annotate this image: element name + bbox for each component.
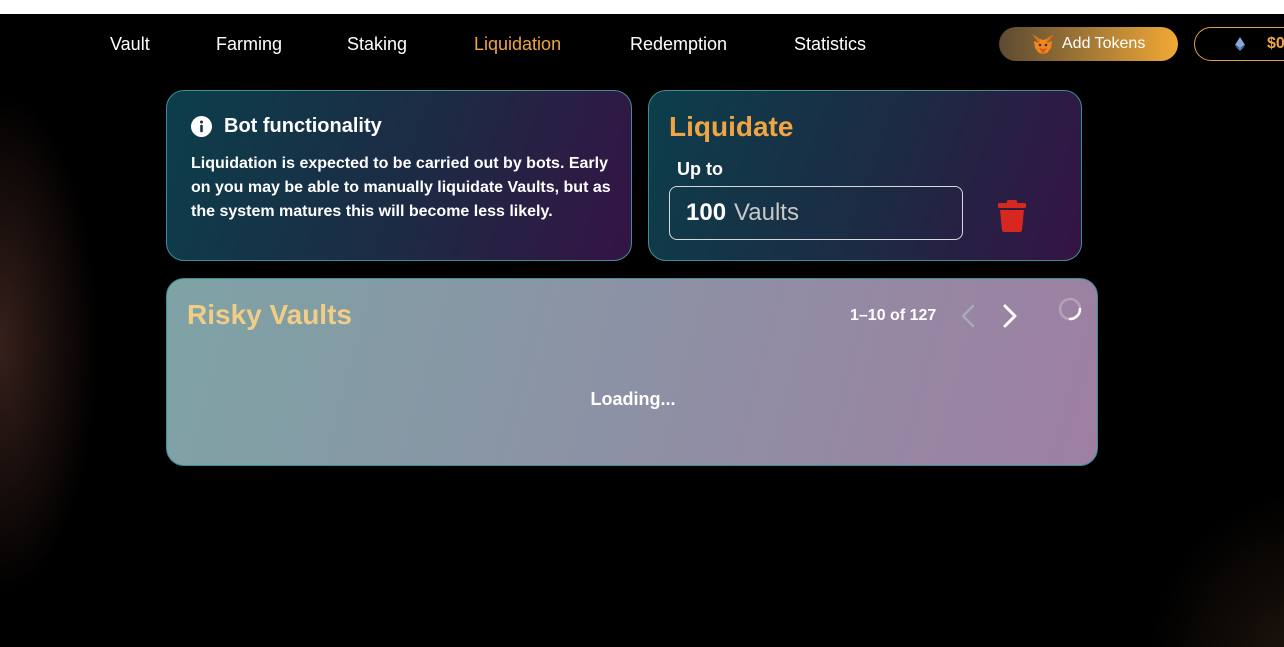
- nav-item-vault[interactable]: Vault: [110, 34, 150, 55]
- bot-functionality-text: Liquidation is expected to be carried ou…: [191, 155, 611, 220]
- wallet-balance: $0: [1267, 35, 1284, 52]
- nav-item-liquidation[interactable]: Liquidation: [474, 34, 561, 55]
- liquidate-card: Liquidate Up to 100 Vaults: [648, 90, 1082, 261]
- nav-item-redemption[interactable]: Redemption: [630, 34, 727, 55]
- ethereum-icon: [1235, 37, 1245, 51]
- chevron-left-icon[interactable]: [959, 303, 977, 329]
- add-tokens-label: Add Tokens: [1062, 35, 1146, 52]
- bot-functionality-title: Bot functionality: [224, 115, 382, 137]
- metamask-fox-icon: [1032, 34, 1054, 54]
- bot-functionality-card: Bot functionality Liquidation is expecte…: [166, 90, 632, 261]
- loading-spinner-icon: [1058, 297, 1082, 321]
- trash-icon[interactable]: [998, 200, 1026, 232]
- risky-vaults-title: Risky Vaults: [187, 299, 352, 330]
- vault-count-unit: Vaults: [734, 199, 799, 226]
- nav-item-farming[interactable]: Farming: [216, 34, 282, 55]
- pagination-label: 1–10 of 127: [850, 307, 937, 324]
- liquidate-title: Liquidate: [669, 111, 794, 142]
- top-nav: Vault Farming Staking Liquidation Redemp…: [0, 14, 1284, 76]
- add-tokens-button[interactable]: Add Tokens: [999, 27, 1178, 61]
- vault-count-input[interactable]: 100 Vaults: [669, 186, 963, 240]
- up-to-label: Up to: [677, 159, 723, 179]
- nav-item-staking[interactable]: Staking: [347, 34, 407, 55]
- chevron-right-icon[interactable]: [1001, 303, 1019, 329]
- wallet-balance-button[interactable]: $0: [1194, 27, 1284, 61]
- vault-count-value: 100: [686, 199, 727, 226]
- risky-vaults-card: Risky Vaults 1–10 of 127 Loading...: [166, 278, 1098, 466]
- browser-top-strip: [0, 0, 1284, 14]
- loading-text: Loading...: [590, 389, 676, 409]
- info-icon: [191, 116, 212, 137]
- page-background: Vault Farming Staking Liquidation Redemp…: [0, 14, 1284, 647]
- nav-item-statistics[interactable]: Statistics: [794, 34, 866, 55]
